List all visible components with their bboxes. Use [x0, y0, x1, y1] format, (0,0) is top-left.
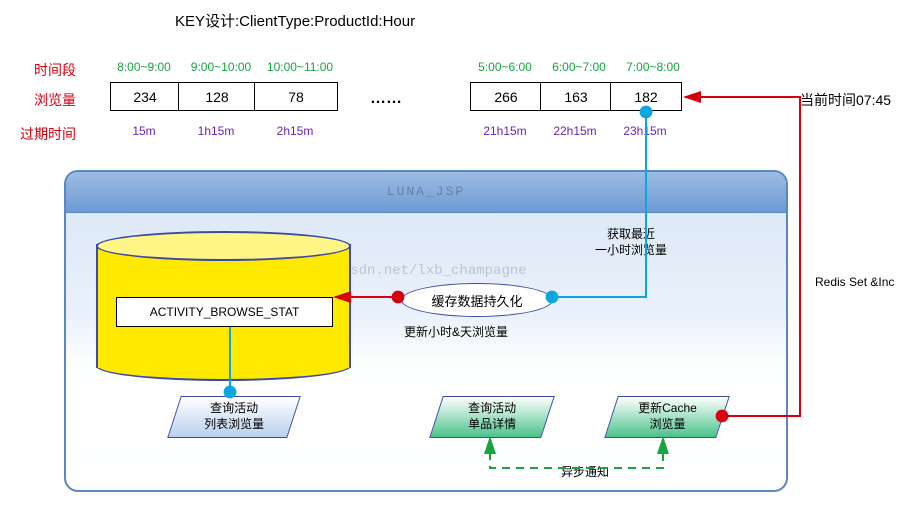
label-ttl: 过期时间	[10, 124, 76, 144]
par-update-cache-l2: 浏览量	[638, 417, 697, 433]
range-r1: 6:00~7:00	[544, 60, 614, 74]
ttl-r2: 23h15m	[610, 124, 680, 138]
par-query-list: 查询活动 列表浏览量	[167, 396, 301, 438]
par-query-detail: 查询活动 单品详情	[429, 396, 555, 438]
range-1: 9:00~10:00	[183, 60, 259, 74]
cache-caption: 更新小时&天浏览量	[404, 323, 508, 340]
range-0: 8:00~9:00	[110, 60, 178, 74]
views-r0: 266	[470, 82, 542, 111]
fetch-caption-2: 一小时浏览量	[576, 243, 686, 259]
par-query-list-l2: 列表浏览量	[204, 417, 264, 433]
views-r1: 163	[540, 82, 612, 111]
range-2: 10:00~11:00	[259, 60, 341, 74]
label-time-range: 时间段	[10, 60, 76, 80]
fetch-caption-1: 获取最近	[576, 227, 686, 243]
par-update-cache-l1: 更新Cache	[638, 401, 697, 417]
ttl-1: 1h15m	[178, 124, 254, 138]
views-0: 234	[110, 82, 180, 111]
views-1: 128	[178, 82, 256, 111]
current-time-label: 当前时间07:45	[800, 90, 891, 110]
panel-header: LUNA_JSP	[66, 172, 786, 213]
redis-label: Redis Set &Inc	[815, 275, 894, 289]
range-r0: 5:00~6:00	[470, 60, 540, 74]
ttl-2: 2h15m	[254, 124, 336, 138]
par-query-list-l1: 查询活动	[204, 401, 264, 417]
label-views: 浏览量	[10, 90, 76, 110]
par-query-detail-l1: 查询活动	[468, 401, 516, 417]
cache-node: 缓存数据持久化	[401, 283, 553, 317]
ttl-r1: 22h15m	[540, 124, 610, 138]
db-cylinder: ACTIVITY_BROWSE_STAT	[96, 231, 351, 381]
par-update-cache: 更新Cache 浏览量	[604, 396, 730, 438]
par-query-detail-l2: 单品详情	[468, 417, 516, 433]
db-table-name: ACTIVITY_BROWSE_STAT	[116, 297, 333, 327]
ttl-0: 15m	[110, 124, 178, 138]
async-label: 异步通知	[561, 463, 609, 480]
panel: LUNA_JSP http://blog.csdn.net/lxb_champa…	[64, 170, 788, 492]
views-r2: 182	[610, 82, 682, 111]
dots: ……	[370, 90, 402, 108]
range-r2: 7:00~8:00	[618, 60, 688, 74]
page-title: KEY设计:ClientType:ProductId:Hour	[175, 10, 415, 31]
views-2: 78	[254, 82, 338, 111]
ttl-r0: 21h15m	[470, 124, 540, 138]
